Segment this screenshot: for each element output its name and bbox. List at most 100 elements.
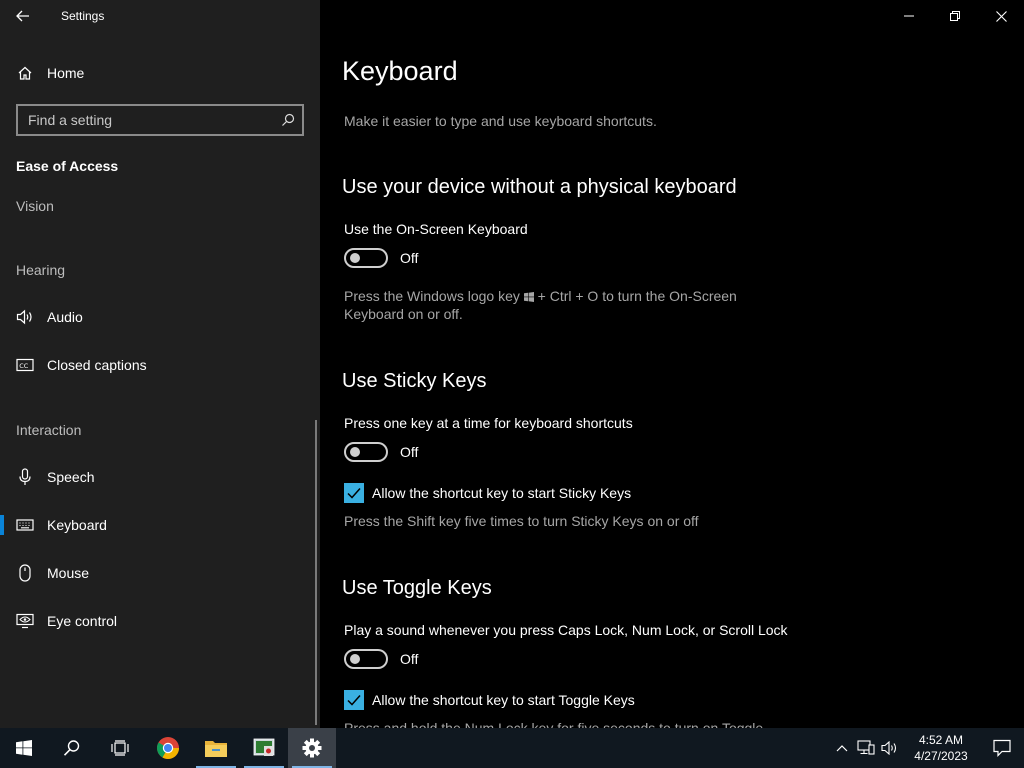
toggle-knob — [350, 447, 360, 457]
close-button[interactable] — [978, 0, 1024, 32]
notification-icon — [993, 739, 1011, 757]
sidebar-item-label: Closed captions — [47, 357, 147, 373]
eye-control-icon — [16, 613, 34, 629]
taskbar-settings[interactable] — [288, 728, 336, 768]
back-arrow-icon — [16, 10, 29, 22]
close-icon — [995, 10, 1007, 22]
volume-button[interactable] — [878, 728, 902, 768]
sticky-keys-shortcut-row[interactable]: Allow the shortcut key to start Sticky K… — [344, 483, 631, 503]
sidebar-group-vision: Vision — [16, 198, 54, 214]
windows-logo-icon — [523, 292, 534, 302]
osk-toggle-state: Off — [400, 250, 419, 266]
search-input[interactable] — [18, 112, 274, 128]
restore-button[interactable] — [932, 0, 978, 32]
toggle-knob — [350, 253, 360, 263]
search-icon — [63, 740, 80, 756]
svg-text:CC: CC — [19, 362, 29, 370]
sidebar-section-title: Ease of Access — [16, 158, 119, 174]
page-description: Make it easier to type and use keyboard … — [344, 113, 657, 129]
sidebar-group-hearing: Hearing — [16, 262, 66, 278]
clock-date: 4/27/2023 — [914, 749, 968, 763]
taskbar-search-button[interactable] — [48, 728, 96, 768]
sidebar-item-label: Eye control — [47, 613, 118, 629]
toggle-keys-shortcut-checkbox[interactable] — [344, 690, 364, 710]
action-center-button[interactable] — [980, 728, 1024, 768]
system-tray: 4:52 AM 4/27/2023 — [830, 728, 1024, 768]
toggle-keys-toggle-state: Off — [400, 651, 419, 667]
checkmark-icon — [347, 488, 361, 499]
chrome-icon — [157, 737, 179, 759]
sidebar-item-keyboard[interactable]: Keyboard — [0, 508, 316, 542]
sidebar-item-home[interactable]: Home — [0, 56, 320, 90]
toggle-keys-toggle-row: Off — [344, 648, 418, 670]
sidebar-item-closed-captions[interactable]: CC Closed captions — [0, 348, 316, 382]
search-icon[interactable] — [274, 106, 302, 134]
taskbar: 4:52 AM 4/27/2023 — [0, 728, 1024, 768]
sticky-keys-toggle[interactable] — [344, 442, 388, 462]
section-heading-sticky-keys: Use Sticky Keys — [342, 370, 487, 392]
closed-captions-icon: CC — [16, 358, 34, 372]
network-icon — [857, 740, 875, 755]
task-view-button[interactable] — [96, 728, 144, 768]
sidebar-item-label: Audio — [47, 309, 83, 325]
search-box[interactable] — [16, 104, 304, 136]
toggle-keys-shortcut-label: Allow the shortcut key to start Toggle K… — [372, 692, 635, 708]
sidebar-item-speech[interactable]: Speech — [0, 460, 316, 494]
start-icon — [16, 740, 32, 756]
sidebar-group-interaction: Interaction — [16, 422, 82, 438]
sidebar-item-eye-control[interactable]: Eye control — [0, 604, 316, 638]
taskbar-clock[interactable]: 4:52 AM 4/27/2023 — [902, 732, 980, 764]
sidebar: Settings Home Ease of Access Vision Hear… — [0, 0, 320, 728]
section-heading-osk: Use your device without a physical keybo… — [342, 176, 737, 198]
taskbar-chrome[interactable] — [144, 728, 192, 768]
toggle-keys-label: Play a sound whenever you press Caps Loc… — [344, 622, 788, 638]
sidebar-item-audio[interactable]: Audio — [0, 300, 316, 334]
sticky-keys-shortcut-label: Allow the shortcut key to start Sticky K… — [372, 485, 632, 501]
sticky-keys-toggle-row: Off — [344, 441, 418, 463]
keyboard-icon — [16, 519, 34, 531]
app-icon — [253, 738, 275, 756]
home-icon — [16, 65, 34, 81]
osk-hint-before: Press the Windows logo key — [344, 288, 520, 304]
toggle-keys-hint: Press and hold the Num Lock key for five… — [344, 720, 764, 728]
minimize-icon — [904, 15, 914, 17]
task-view-icon — [111, 740, 129, 756]
file-explorer-icon — [205, 741, 227, 757]
osk-hint: Press the Windows logo key + Ctrl + O to… — [344, 287, 764, 323]
clock-time: 4:52 AM — [918, 733, 964, 747]
minimize-button[interactable] — [886, 0, 932, 32]
restore-icon — [950, 11, 960, 21]
sidebar-item-label: Mouse — [47, 565, 90, 581]
osk-toggle-row: Off — [344, 247, 418, 269]
speaker-icon — [16, 309, 34, 325]
settings-icon — [302, 738, 322, 758]
sidebar-item-mouse[interactable]: Mouse — [0, 556, 316, 590]
volume-icon — [881, 741, 897, 755]
title-bar: Settings — [0, 0, 320, 32]
back-button[interactable] — [0, 0, 46, 32]
toggle-knob — [350, 654, 360, 664]
sticky-keys-hint: Press the Shift key five times to turn S… — [344, 513, 699, 529]
section-heading-toggle-keys: Use Toggle Keys — [342, 577, 492, 599]
sidebar-scrollbar[interactable] — [315, 420, 317, 725]
page-title: Keyboard — [342, 56, 458, 86]
start-button[interactable] — [0, 728, 48, 768]
toggle-keys-shortcut-row[interactable]: Allow the shortcut key to start Toggle K… — [344, 690, 635, 710]
sidebar-item-label: Home — [47, 65, 85, 81]
toggle-keys-toggle[interactable] — [344, 649, 388, 669]
sticky-keys-label: Press one key at a time for keyboard sho… — [344, 415, 633, 431]
osk-toggle[interactable] — [344, 248, 388, 268]
microphone-icon — [16, 468, 34, 486]
show-hidden-icons-button[interactable] — [830, 728, 854, 768]
taskbar-app[interactable] — [240, 728, 288, 768]
window-title: Settings — [61, 9, 105, 23]
sidebar-item-label: Speech — [47, 469, 95, 485]
window-controls — [886, 0, 1024, 32]
sticky-keys-toggle-state: Off — [400, 444, 419, 460]
mouse-icon — [16, 564, 34, 582]
chevron-up-icon — [836, 745, 848, 752]
network-button[interactable] — [854, 728, 878, 768]
sticky-keys-shortcut-checkbox[interactable] — [344, 483, 364, 503]
sidebar-item-label: Keyboard — [47, 517, 107, 533]
taskbar-file-explorer[interactable] — [192, 728, 240, 768]
